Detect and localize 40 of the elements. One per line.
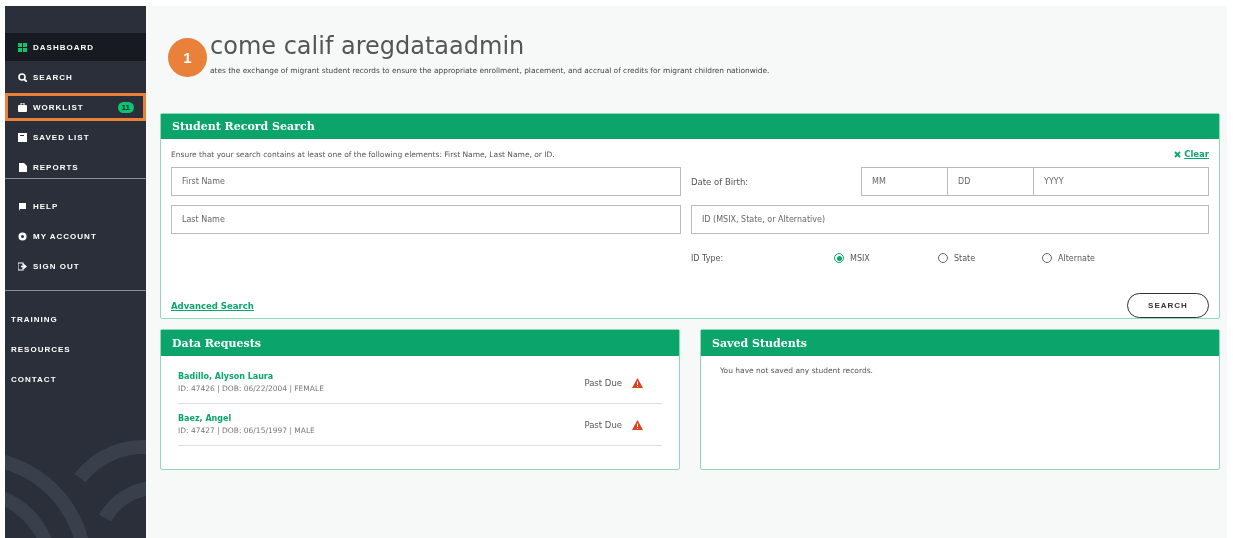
exit-icon: [18, 261, 27, 271]
document-icon: [18, 162, 27, 172]
nav-item[interactable]: HELP: [5, 192, 146, 220]
nav-item[interactable]: REPORTS: [5, 153, 146, 181]
welcome-title: come calif aregdataadmin: [210, 32, 525, 60]
nav-item[interactable]: SIGN OUT: [5, 252, 146, 280]
nav-link[interactable]: RESOURCES: [5, 335, 146, 365]
briefcase-icon: [18, 102, 27, 112]
id-field[interactable]: ID (MSIX, State, or Alternative): [691, 205, 1209, 234]
nav-item[interactable]: WORKLIST 11: [5, 93, 146, 121]
date-part-field[interactable]: MM: [861, 167, 947, 196]
search-icon: [18, 72, 27, 82]
status-text: Past Due: [584, 419, 622, 430]
card-header: Student Record Search: [161, 114, 1219, 139]
card-header: Saved Students: [701, 330, 1219, 356]
count-badge: 11: [117, 101, 134, 113]
nav-item[interactable]: MY ACCOUNT: [5, 222, 146, 250]
status-text: Past Due: [584, 377, 622, 388]
radio-label[interactable]: State: [954, 253, 976, 263]
warning-icon: [632, 419, 643, 430]
search-button[interactable]: SEARCH: [1127, 293, 1209, 318]
id-type-label: ID Type:: [691, 253, 725, 263]
step-marker: 1: [168, 38, 207, 77]
radio-label[interactable]: Alternate: [1058, 253, 1095, 263]
last-name-field[interactable]: Last Name: [171, 205, 681, 234]
nav-link[interactable]: CONTACT: [5, 365, 146, 395]
date-part-field[interactable]: DD: [947, 167, 1033, 196]
close-icon: [1174, 150, 1182, 158]
date-part-field[interactable]: YYYY: [1033, 167, 1209, 196]
nav-link[interactable]: TRAINING: [5, 305, 146, 335]
nav-item[interactable]: DASHBOARD: [5, 33, 146, 61]
first-name-field[interactable]: First Name: [171, 167, 681, 196]
gear-icon: [18, 231, 27, 241]
radio-label[interactable]: MSIX: [850, 253, 870, 263]
warning-icon: [632, 377, 643, 388]
card-header: Data Requests: [161, 330, 679, 356]
dob-label: Date of Birth:: [691, 176, 750, 187]
nav-item[interactable]: SEARCH: [5, 63, 146, 91]
grid-icon: [18, 42, 27, 52]
nav-item[interactable]: SAVED LIST: [5, 123, 146, 151]
